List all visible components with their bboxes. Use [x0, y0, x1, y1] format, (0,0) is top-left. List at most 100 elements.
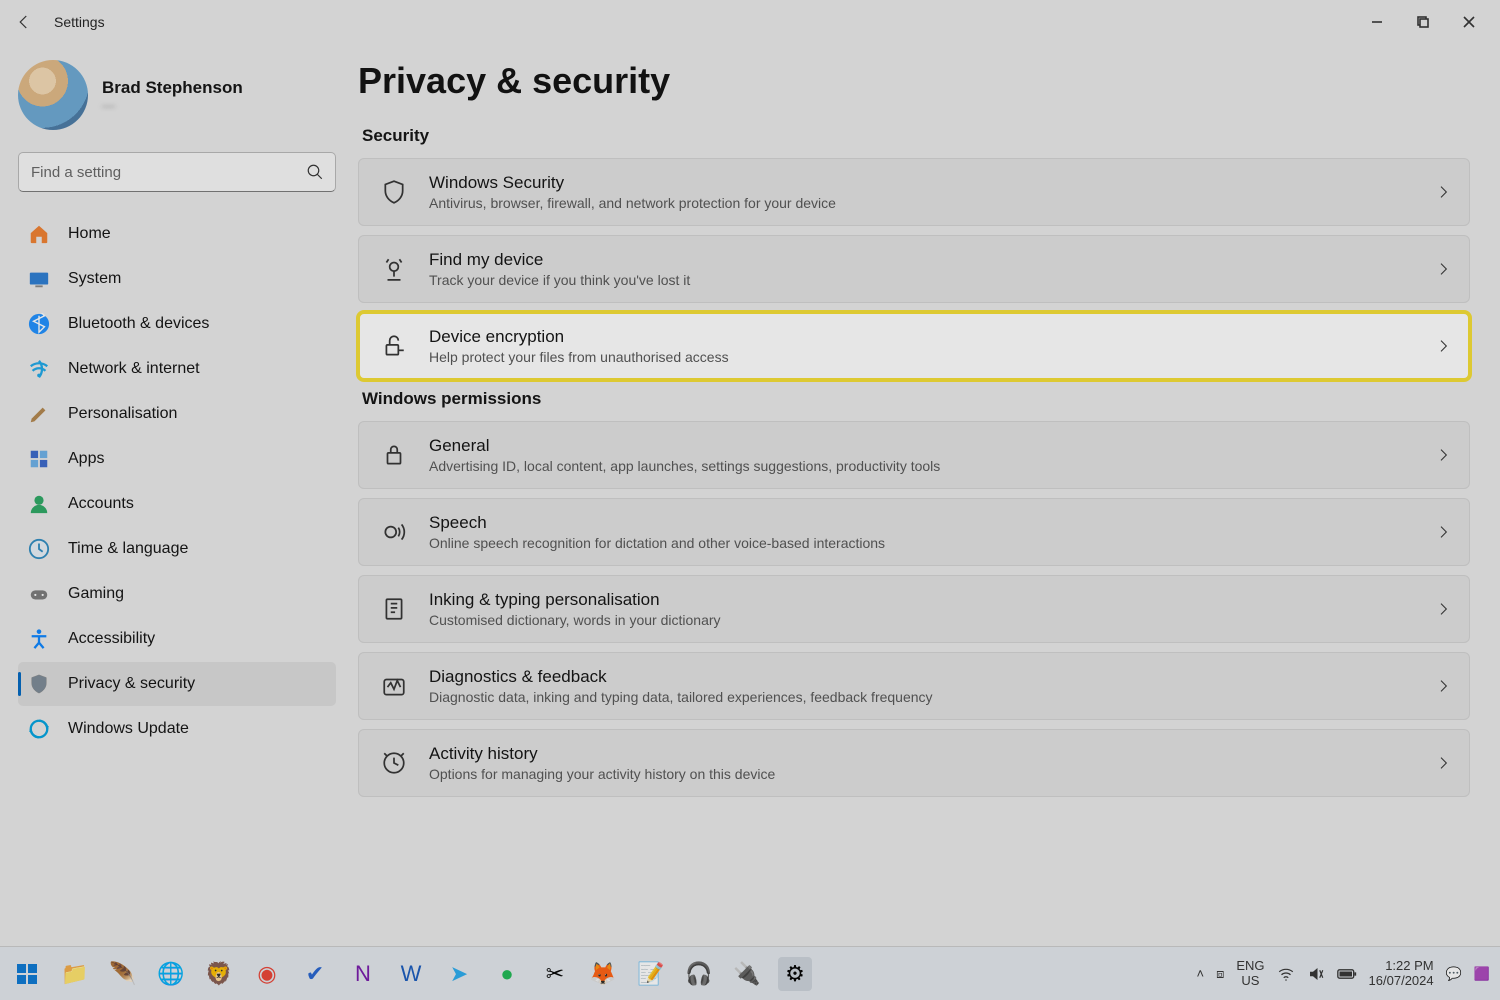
card-title: Inking & typing personalisation — [429, 590, 1435, 610]
tray-notifications-icon[interactable]: 💬 — [1446, 966, 1462, 982]
sidebar-item-label: Apps — [68, 450, 104, 468]
taskbar-firefox[interactable]: 🦊 — [586, 957, 620, 991]
close-button[interactable] — [1446, 6, 1492, 38]
sidebar-item-label: Privacy & security — [68, 675, 195, 693]
sidebar-item-system[interactable]: System — [18, 257, 336, 301]
tray-language[interactable]: ENG US — [1236, 959, 1264, 989]
card-subtitle: Options for managing your activity histo… — [429, 766, 1435, 782]
profile-name: Brad Stephenson — [102, 78, 243, 98]
activity-icon — [377, 750, 411, 776]
chevron-right-icon — [1435, 261, 1451, 277]
personalisation-icon — [28, 403, 50, 425]
sidebar-item-privacy[interactable]: Privacy & security — [18, 662, 336, 706]
chevron-right-icon — [1435, 184, 1451, 200]
main-content: Privacy & security Security Windows Secu… — [348, 44, 1500, 946]
taskbar-device[interactable]: 🔌 — [730, 957, 764, 991]
diagnostics-icon — [377, 673, 411, 699]
sidebar-item-apps[interactable]: Apps — [18, 437, 336, 481]
find-my-device-icon — [377, 256, 411, 282]
search-input[interactable] — [18, 152, 336, 192]
card-diagnostics[interactable]: Diagnostics & feedback Diagnostic data, … — [358, 652, 1470, 720]
apps-icon — [28, 448, 50, 470]
maximize-button[interactable] — [1400, 6, 1446, 38]
taskbar-settings[interactable]: ⚙ — [778, 957, 812, 991]
sidebar-item-accessibility[interactable]: Accessibility — [18, 617, 336, 661]
sidebar-item-bluetooth[interactable]: Bluetooth & devices — [18, 302, 336, 346]
home-icon — [28, 223, 50, 245]
accounts-icon — [28, 493, 50, 515]
card-title: Diagnostics & feedback — [429, 667, 1435, 687]
speech-icon — [377, 519, 411, 545]
card-inking[interactable]: Inking & typing personalisation Customis… — [358, 575, 1470, 643]
taskbar-brave[interactable]: 🦁 — [202, 957, 236, 991]
taskbar-snip[interactable]: ✂ — [538, 957, 572, 991]
card-subtitle: Advertising ID, local content, app launc… — [429, 458, 1435, 474]
tray-clock[interactable]: 1:22 PM 16/07/2024 — [1369, 959, 1434, 989]
card-speech[interactable]: Speech Online speech recognition for dic… — [358, 498, 1470, 566]
sidebar-item-personalisation[interactable]: Personalisation — [18, 392, 336, 436]
start-button[interactable] — [10, 957, 44, 991]
sidebar-item-label: Home — [68, 225, 111, 243]
card-title: General — [429, 436, 1435, 456]
taskbar-telegram[interactable]: ➤ — [442, 957, 476, 991]
privacy-icon — [28, 673, 50, 695]
sidebar-item-label: Bluetooth & devices — [68, 315, 209, 333]
card-general[interactable]: General Advertising ID, local content, a… — [358, 421, 1470, 489]
taskbar-edge[interactable]: 🌐 — [154, 957, 188, 991]
tray-dropbox-icon[interactable]: ⧈ — [1216, 966, 1224, 982]
sidebar-item-gaming[interactable]: Gaming — [18, 572, 336, 616]
sidebar-item-label: Time & language — [68, 540, 188, 558]
minimize-icon — [1371, 16, 1383, 28]
sidebar-item-time[interactable]: Time & language — [18, 527, 336, 571]
taskbar-headphones[interactable]: 🎧 — [682, 957, 716, 991]
section-heading: Windows permissions — [362, 389, 1470, 409]
network-icon — [28, 358, 50, 380]
tray-chevron-up-icon[interactable]: ˄ — [1197, 966, 1205, 981]
accessibility-icon — [28, 628, 50, 650]
sidebar-item-accounts[interactable]: Accounts — [18, 482, 336, 526]
card-subtitle: Track your device if you think you've lo… — [429, 272, 1435, 288]
sidebar-item-label: Gaming — [68, 585, 124, 603]
chevron-right-icon — [1435, 678, 1451, 694]
taskbar: 📁 🪶 🌐 🦁 ◉ ✔ N W ➤ ● ✂ 🦊 📝 🎧 🔌 ⚙ ˄ ⧈ ENG … — [0, 946, 1500, 1000]
profile-email: — — [102, 98, 243, 113]
update-icon — [28, 718, 50, 740]
card-activity[interactable]: Activity history Options for managing yo… — [358, 729, 1470, 797]
sidebar-item-label: System — [68, 270, 121, 288]
chevron-right-icon — [1435, 601, 1451, 617]
arrow-left-icon — [15, 13, 33, 31]
sidebar-item-network[interactable]: Network & internet — [18, 347, 336, 391]
card-windows-security[interactable]: Windows Security Antivirus, browser, fir… — [358, 158, 1470, 226]
card-subtitle: Antivirus, browser, firewall, and networ… — [429, 195, 1435, 211]
sidebar-item-label: Personalisation — [68, 405, 177, 423]
sidebar-item-home[interactable]: Home — [18, 212, 336, 256]
taskbar-notepad[interactable]: 📝 — [634, 957, 668, 991]
section-heading: Security — [362, 126, 1470, 146]
tray-copilot-icon[interactable]: 🟪 — [1474, 966, 1490, 982]
taskbar-onenote[interactable]: N — [346, 957, 380, 991]
profile-block[interactable]: Brad Stephenson — — [18, 60, 336, 130]
chevron-right-icon — [1435, 755, 1451, 771]
bluetooth-icon — [28, 313, 50, 335]
card-find-my-device[interactable]: Find my device Track your device if you … — [358, 235, 1470, 303]
card-title: Speech — [429, 513, 1435, 533]
search-icon — [306, 163, 324, 181]
card-subtitle: Help protect your files from unauthorise… — [429, 349, 1435, 365]
minimize-button[interactable] — [1354, 6, 1400, 38]
gaming-icon — [28, 583, 50, 605]
sidebar-item-update[interactable]: Windows Update — [18, 707, 336, 751]
sidebar-item-label: Windows Update — [68, 720, 189, 738]
tray-volume-icon[interactable] — [1307, 965, 1325, 983]
back-button[interactable] — [8, 6, 40, 38]
taskbar-todo[interactable]: ✔ — [298, 957, 332, 991]
tray-battery-icon[interactable] — [1337, 967, 1357, 981]
taskbar-chrome[interactable]: ◉ — [250, 957, 284, 991]
tray-wifi-icon[interactable] — [1277, 965, 1295, 983]
taskbar-explorer[interactable]: 📁 — [58, 957, 92, 991]
card-device-encryption[interactable]: Device encryption Help protect your file… — [358, 312, 1470, 380]
inking-icon — [377, 596, 411, 622]
taskbar-spotify[interactable]: ● — [490, 957, 524, 991]
windows-logo-icon — [15, 962, 39, 986]
taskbar-app-blue[interactable]: 🪶 — [106, 957, 140, 991]
taskbar-word[interactable]: W — [394, 957, 428, 991]
